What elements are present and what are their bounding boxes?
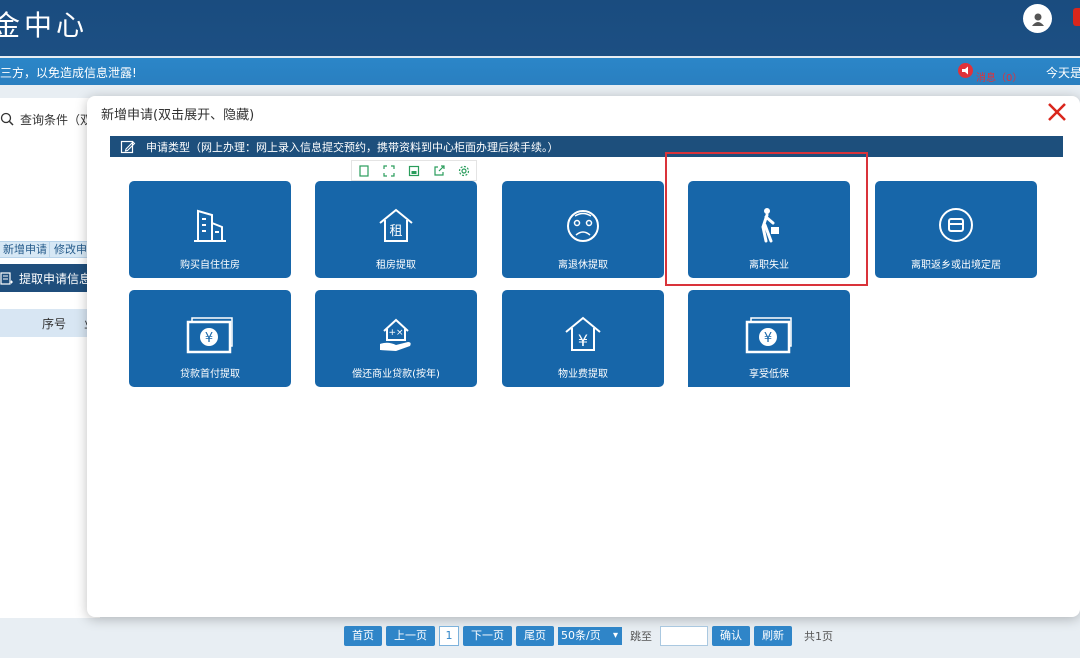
notice-bar: 三方，以免造成信息泄露! 消息（0） 今天是 bbox=[0, 58, 1080, 85]
yuan-note-icon: ¥ bbox=[745, 317, 792, 354]
first-page-button[interactable]: 首页 bbox=[344, 626, 382, 646]
tile-label: 购买自住住房 bbox=[180, 260, 240, 271]
settings-tool[interactable] bbox=[457, 164, 471, 178]
tile-label: 租房提取 bbox=[376, 260, 416, 271]
hand-house-icon: +× bbox=[380, 318, 411, 351]
tile-property-fee[interactable]: ¥ 物业费提取 bbox=[502, 290, 664, 387]
tile-rent-house[interactable]: 租 租房提取 bbox=[315, 181, 477, 278]
query-panel bbox=[0, 98, 100, 618]
tile-return-home[interactable]: 离职返乡或出境定居 bbox=[875, 181, 1037, 278]
application-type-bar: 申请类型（网上办理：网上录入信息提交预约，携带资料到中心柜面办理后续手续。） bbox=[110, 136, 1063, 157]
save-icon bbox=[408, 165, 420, 176]
expand-icon bbox=[383, 164, 395, 177]
user-avatar[interactable] bbox=[1023, 4, 1052, 33]
svg-text:+×: +× bbox=[388, 328, 403, 338]
elder-face-icon bbox=[567, 210, 599, 242]
save-tool[interactable] bbox=[407, 164, 421, 178]
column-index: 序号 bbox=[42, 316, 67, 331]
svg-text:¥: ¥ bbox=[578, 331, 588, 350]
floating-toolbar bbox=[351, 160, 477, 181]
tile-buy-house[interactable]: 购买自住住房 bbox=[129, 181, 291, 278]
jump-label: 跳至 bbox=[630, 630, 652, 643]
close-icon bbox=[1048, 103, 1066, 121]
pagination: 首页 上一页 1 下一页 尾页 50条/页 跳至 确认 刷新 共1页 bbox=[344, 626, 833, 646]
rent-house-icon: 租 bbox=[379, 208, 413, 242]
refresh-button[interactable]: 刷新 bbox=[754, 626, 792, 646]
export-icon bbox=[434, 164, 445, 176]
walking-person-icon bbox=[761, 208, 779, 243]
last-page-button[interactable]: 尾页 bbox=[516, 626, 554, 646]
svg-text:¥: ¥ bbox=[764, 331, 772, 346]
tile-down-payment[interactable]: ¥ 贷款首付提取 bbox=[129, 290, 291, 387]
edit-icon bbox=[120, 140, 136, 153]
logout-button[interactable] bbox=[1073, 8, 1080, 26]
site-logo-text: 金中心 bbox=[0, 9, 89, 42]
table-header-row: 序号 业 bbox=[0, 309, 100, 337]
building-icon bbox=[194, 209, 226, 242]
tile-label: 贷款首付提取 bbox=[180, 369, 240, 380]
next-page-button[interactable]: 下一页 bbox=[463, 626, 512, 646]
jump-page-input[interactable] bbox=[660, 626, 708, 646]
user-icon bbox=[1031, 13, 1044, 26]
total-pages: 共1页 bbox=[804, 630, 833, 643]
yuan-note-icon: ¥ bbox=[186, 317, 233, 354]
tile-retire[interactable]: 离退休提取 bbox=[502, 181, 664, 278]
export-tool[interactable] bbox=[432, 164, 446, 178]
copy-icon bbox=[359, 164, 369, 177]
list-icon bbox=[0, 271, 13, 285]
svg-text:租: 租 bbox=[389, 224, 402, 239]
top-header: 金中心 bbox=[0, 0, 1080, 56]
tile-label: 离职返乡或出境定居 bbox=[911, 260, 1001, 271]
new-application-modal: 新增申请(双击展开、隐藏) 申请类型（网上办理：网上录入信息提交预约，携带资料到… bbox=[87, 96, 1080, 617]
tile-label: 物业费提取 bbox=[558, 369, 608, 380]
current-page[interactable]: 1 bbox=[439, 626, 459, 646]
today-label: 今天是 bbox=[1046, 66, 1080, 80]
tile-label: 享受低保 bbox=[749, 369, 789, 380]
notice-text: 三方，以免造成信息泄露! bbox=[0, 66, 137, 80]
tile-label: 离退休提取 bbox=[558, 260, 608, 271]
search-icon bbox=[0, 112, 14, 126]
message-icon[interactable] bbox=[958, 63, 973, 78]
tile-unemployment[interactable]: 离职失业 bbox=[688, 181, 850, 278]
gear-icon bbox=[458, 165, 469, 176]
list-header: 提取申请信息 bbox=[0, 264, 100, 292]
close-button[interactable] bbox=[1045, 100, 1069, 124]
tile-low-income[interactable]: ¥ 享受低保 bbox=[688, 290, 850, 387]
page-size-select[interactable]: 50条/页 bbox=[558, 627, 622, 645]
tile-label: 离职失业 bbox=[749, 260, 789, 271]
copy-tool[interactable] bbox=[357, 164, 371, 178]
prev-page-button[interactable]: 上一页 bbox=[386, 626, 435, 646]
svg-text:¥: ¥ bbox=[205, 331, 213, 346]
tile-label: 偿还商业贷款(按年) bbox=[352, 369, 440, 380]
application-type-text: 申请类型（网上办理：网上录入信息提交预约，携带资料到中心柜面办理后续手续。） bbox=[146, 140, 559, 154]
list-title: 提取申请信息 bbox=[19, 271, 92, 286]
tile-commercial-loan[interactable]: +× 偿还商业贷款(按年) bbox=[315, 290, 477, 387]
yuan-house-icon: ¥ bbox=[565, 316, 601, 351]
box-icon bbox=[939, 208, 973, 242]
confirm-button[interactable]: 确认 bbox=[712, 626, 750, 646]
message-count[interactable]: 消息（0） bbox=[976, 69, 1022, 84]
new-application-button[interactable]: 新增申请 bbox=[0, 241, 52, 258]
fullscreen-tool[interactable] bbox=[382, 164, 396, 178]
modal-title[interactable]: 新增申请(双击展开、隐藏) bbox=[101, 104, 254, 123]
